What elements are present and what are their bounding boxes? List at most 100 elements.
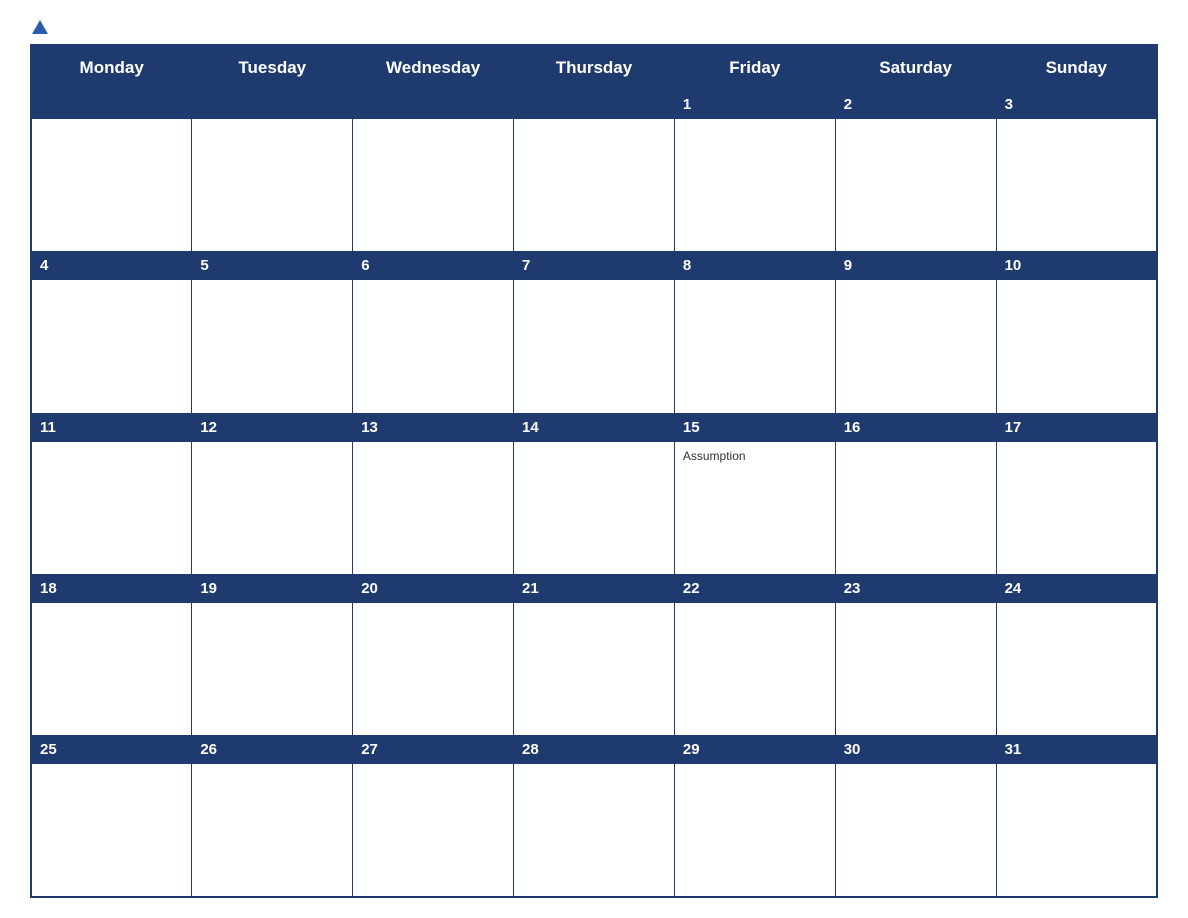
calendar-cell: 10	[996, 252, 1157, 413]
day-content	[836, 280, 996, 290]
calendar-cell: 30	[835, 736, 996, 897]
calendar-cell: 2	[835, 91, 996, 252]
day-number	[32, 91, 191, 119]
day-number: 26	[192, 736, 352, 764]
day-number: 3	[997, 91, 1156, 119]
day-content	[353, 442, 513, 452]
day-content	[353, 280, 513, 290]
weekday-header-wednesday: Wednesday	[353, 45, 514, 91]
logo	[30, 20, 48, 34]
day-content	[997, 603, 1156, 613]
day-content	[997, 764, 1156, 774]
calendar-cell: 24	[996, 574, 1157, 735]
calendar-cell	[514, 91, 675, 252]
calendar-cell: 15Assumption	[674, 413, 835, 574]
calendar-cell: 21	[514, 574, 675, 735]
day-number: 17	[997, 414, 1156, 442]
day-content	[192, 442, 352, 452]
day-content	[997, 280, 1156, 290]
calendar-cell: 29	[674, 736, 835, 897]
day-content	[192, 764, 352, 774]
day-number	[192, 91, 352, 119]
calendar-cell: 25	[31, 736, 192, 897]
day-number: 28	[514, 736, 674, 764]
calendar-cell: 27	[353, 736, 514, 897]
day-number: 16	[836, 414, 996, 442]
day-content	[32, 764, 191, 774]
day-content	[192, 119, 352, 129]
calendar-cell: 13	[353, 413, 514, 574]
weekday-header-friday: Friday	[674, 45, 835, 91]
calendar-cell: 3	[996, 91, 1157, 252]
calendar-cell: 4	[31, 252, 192, 413]
day-content	[836, 119, 996, 129]
calendar-cell: 8	[674, 252, 835, 413]
day-number: 27	[353, 736, 513, 764]
calendar-cell: 19	[192, 574, 353, 735]
day-number: 19	[192, 575, 352, 603]
day-number: 6	[353, 252, 513, 280]
logo-triangle-icon	[32, 20, 48, 34]
weekday-header-saturday: Saturday	[835, 45, 996, 91]
day-content	[514, 603, 674, 613]
day-content	[353, 764, 513, 774]
calendar-cell: 26	[192, 736, 353, 897]
calendar-cell: 11	[31, 413, 192, 574]
calendar-cell: 28	[514, 736, 675, 897]
day-content	[997, 119, 1156, 129]
day-content	[32, 119, 191, 129]
calendar-cell: 6	[353, 252, 514, 413]
day-content	[514, 764, 674, 774]
day-content	[675, 280, 835, 290]
holiday-label: Assumption	[683, 449, 827, 463]
weekday-header-sunday: Sunday	[996, 45, 1157, 91]
calendar-cell: 1	[674, 91, 835, 252]
day-number	[514, 91, 674, 119]
day-number: 25	[32, 736, 191, 764]
day-content	[32, 442, 191, 452]
day-content	[192, 280, 352, 290]
weekday-header-monday: Monday	[31, 45, 192, 91]
day-number: 12	[192, 414, 352, 442]
weekday-header-tuesday: Tuesday	[192, 45, 353, 91]
day-number: 24	[997, 575, 1156, 603]
day-content	[514, 442, 674, 452]
calendar-week-2: 45678910	[31, 252, 1157, 413]
day-content: Assumption	[675, 442, 835, 468]
day-content	[514, 119, 674, 129]
day-number: 20	[353, 575, 513, 603]
calendar-cell: 20	[353, 574, 514, 735]
calendar-cell	[192, 91, 353, 252]
day-number: 31	[997, 736, 1156, 764]
calendar-cell: 18	[31, 574, 192, 735]
day-content	[675, 119, 835, 129]
day-content	[836, 764, 996, 774]
calendar-cell: 22	[674, 574, 835, 735]
calendar-cell	[353, 91, 514, 252]
day-number: 7	[514, 252, 674, 280]
day-number: 30	[836, 736, 996, 764]
calendar-cell: 12	[192, 413, 353, 574]
calendar-cell	[31, 91, 192, 252]
calendar-cell: 31	[996, 736, 1157, 897]
day-number: 29	[675, 736, 835, 764]
calendar-cell: 17	[996, 413, 1157, 574]
day-content	[514, 280, 674, 290]
day-content	[836, 603, 996, 613]
calendar-cell: 14	[514, 413, 675, 574]
day-number: 8	[675, 252, 835, 280]
page-header	[30, 20, 1158, 34]
day-number: 13	[353, 414, 513, 442]
calendar-week-1: 123	[31, 91, 1157, 252]
day-number: 10	[997, 252, 1156, 280]
day-number: 22	[675, 575, 835, 603]
weekday-header-row: MondayTuesdayWednesdayThursdayFridaySatu…	[31, 45, 1157, 91]
day-number: 21	[514, 575, 674, 603]
day-content	[353, 119, 513, 129]
day-number: 14	[514, 414, 674, 442]
calendar-week-4: 18192021222324	[31, 574, 1157, 735]
day-number: 18	[32, 575, 191, 603]
calendar-cell: 5	[192, 252, 353, 413]
day-number: 1	[675, 91, 835, 119]
calendar-week-3: 1112131415Assumption1617	[31, 413, 1157, 574]
